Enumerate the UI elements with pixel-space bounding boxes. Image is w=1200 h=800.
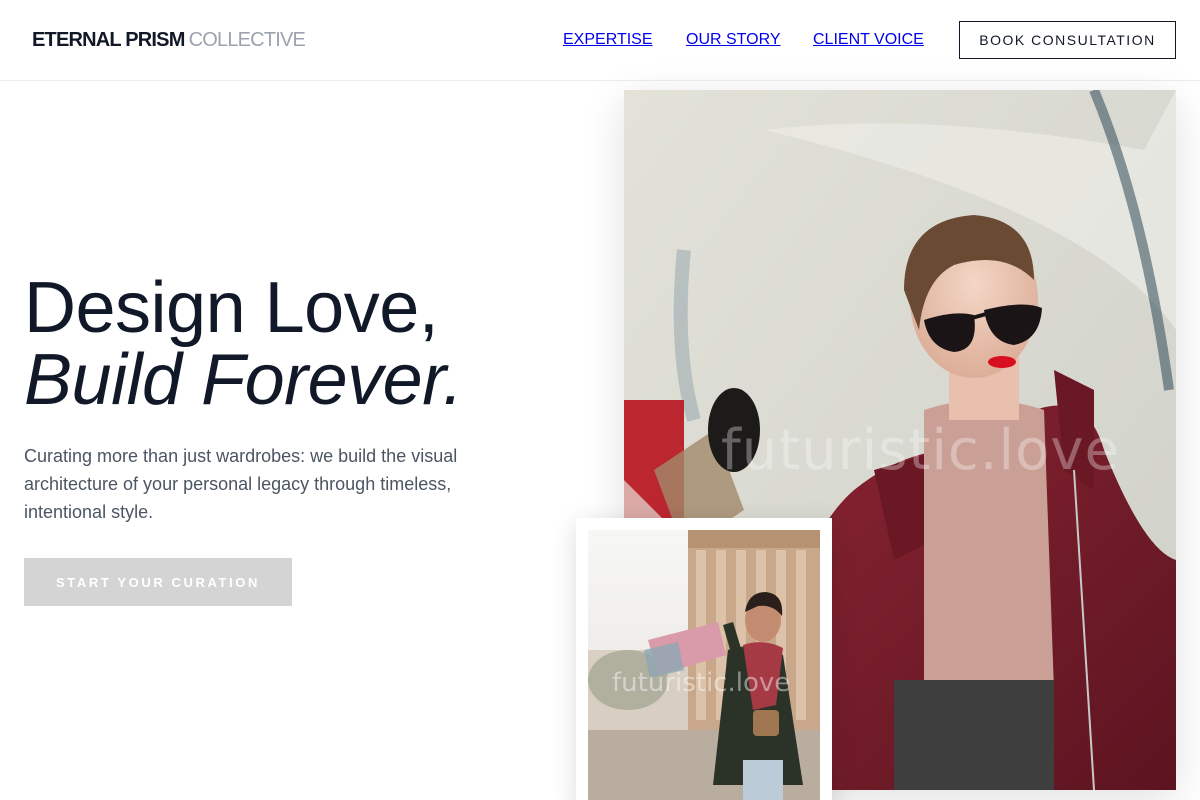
start-curation-button[interactable]: START YOUR CURATION — [24, 558, 292, 606]
hero-secondary-image: futuristic.love — [588, 530, 820, 800]
book-consultation-button[interactable]: BOOK CONSULTATION — [959, 21, 1176, 59]
main-image-watermark: futuristic.love — [721, 418, 1120, 483]
hero-secondary-image-card: futuristic.love — [576, 518, 832, 800]
nav-link-expertise[interactable]: EXPERTISE — [563, 31, 653, 49]
woman-with-shopping-bags-illustration — [588, 530, 820, 800]
logo-sub-text: COLLECTIVE — [188, 29, 306, 51]
logo-main-text: ETERNAL PRISM — [32, 29, 185, 51]
nav-link-client-voice[interactable]: CLIENT VOICE — [813, 31, 924, 49]
site-header: ETERNAL PRISM COLLECTIVE EXPERTISE OUR ST… — [0, 0, 1200, 81]
nav-link-our-story[interactable]: OUR STORY — [686, 31, 781, 49]
hero-title-line2: Build Forever. — [24, 340, 463, 420]
hero-title: Design Love, Build Forever. — [24, 272, 463, 416]
hero-title-line1: Design Love, — [24, 268, 439, 348]
card-image-watermark: futuristic.love — [612, 668, 791, 698]
hero-description: Curating more than just wardrobes: we bu… — [24, 446, 458, 522]
logo[interactable]: ETERNAL PRISM COLLECTIVE — [32, 29, 306, 52]
